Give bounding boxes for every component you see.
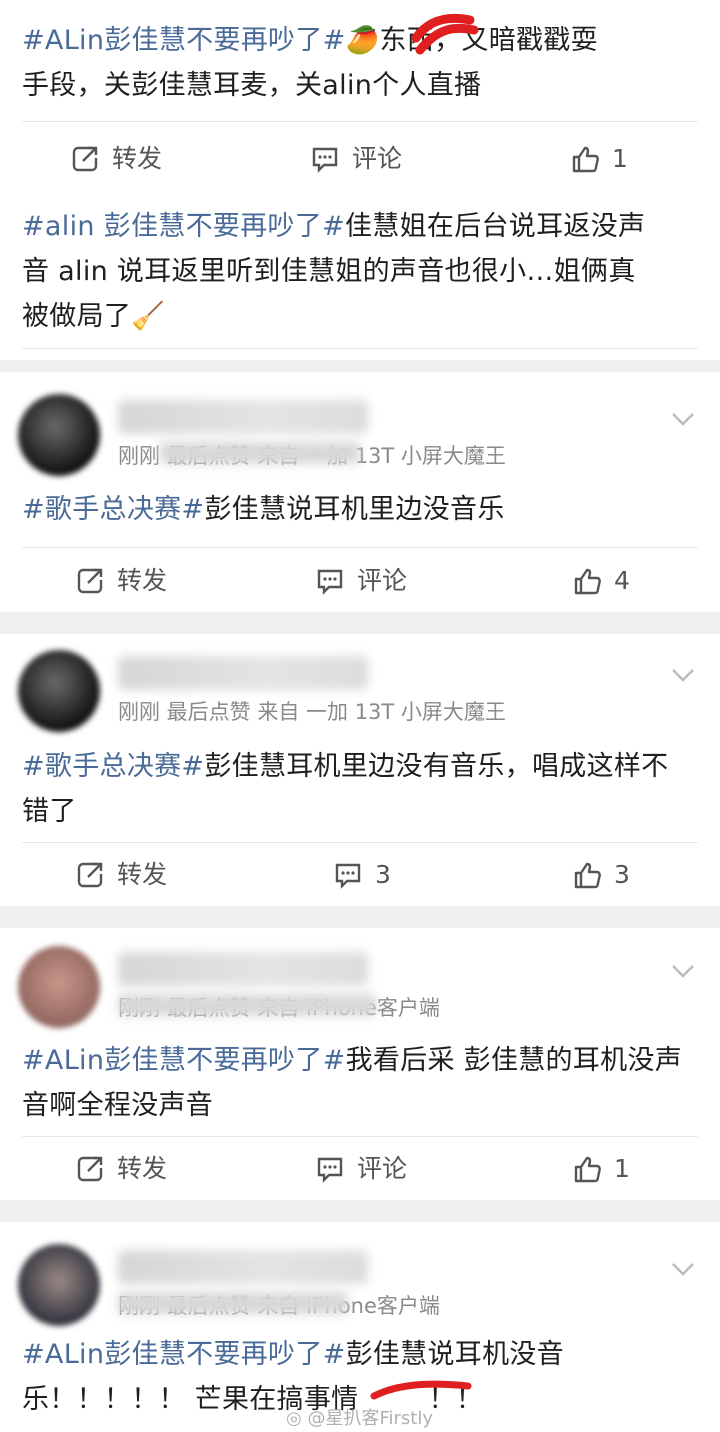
red-scribble-mark (411, 13, 479, 55)
comment-button[interactable]: 评论 (315, 1144, 407, 1194)
thumbs-up-icon (572, 146, 599, 173)
comment-icon (312, 147, 338, 173)
comment-card: 刚刚 最后点赞 来自 一加 13T 小屏大魔王 #歌手总决赛#彭佳慧说耳机里边没… (0, 372, 720, 612)
comment-text: #歌手总决赛#彭佳慧说耳机里边没音乐 (22, 494, 505, 525)
thumbs-up-icon (574, 1156, 601, 1183)
chevron-down-icon[interactable] (668, 1254, 698, 1284)
chevron-down-icon[interactable] (668, 956, 698, 986)
username-blurred[interactable] (118, 1250, 368, 1284)
comment-card: 刚刚 最后点赞 来自 一加 13T 小屏大魔王 #歌手总决赛#彭佳慧耳机里边没有… (0, 634, 720, 906)
username-blurred[interactable] (118, 400, 368, 434)
top-post-actions: 转发 评论 1 (0, 134, 720, 184)
comment-card: 刚刚 最后点赞 来自 iPhone客户端 #ALin彭佳慧不要再吵了#我看后采 … (0, 928, 720, 1200)
forward-button[interactable]: 转发 (75, 556, 167, 606)
thumbs-up-icon (574, 568, 601, 595)
watermark: ◎ @星扒客Firstly (286, 1408, 433, 1429)
like-button[interactable]: 1 (572, 1144, 630, 1194)
second-post: #alin 彭佳慧不要再吵了#佳慧姐在后台说耳返没声 音 alin 说耳返里听到… (0, 190, 720, 350)
comment-text: #ALin彭佳慧不要再吵了#我看后采 彭佳慧的耳机没声 音啊全程没声音 (22, 1045, 683, 1121)
top-post: #ALin彭佳慧不要再吵了#🥭东西，又暗戳戳耍 手段，关彭佳慧耳麦，关alin个… (0, 0, 720, 120)
weibo-logo-icon: ◎ (286, 1408, 302, 1429)
post-text: #alin 彭佳慧不要再吵了#佳慧姐在后台说耳返没声 音 alin 说耳返里听到… (22, 211, 646, 332)
chevron-down-icon[interactable] (668, 660, 698, 690)
hashtag-link[interactable]: #ALin彭佳慧不要再吵了# (22, 25, 346, 56)
hashtag-link[interactable]: #歌手总决赛# (22, 494, 204, 525)
post-text-line2: 手段，关彭佳慧耳麦，关alin个人直播 (22, 70, 482, 101)
forward-button[interactable]: 转发 (75, 850, 167, 900)
hashtag-link[interactable]: #ALin彭佳慧不要再吵了# (22, 1339, 346, 1370)
avatar[interactable] (18, 1244, 100, 1326)
hashtag-link[interactable]: #alin 彭佳慧不要再吵了# (22, 211, 345, 242)
username-blurred[interactable] (118, 656, 368, 690)
forward-button[interactable]: 转发 (75, 1144, 167, 1194)
username-blurred[interactable] (118, 952, 368, 986)
forward-button[interactable]: 转发 (70, 134, 162, 184)
avatar[interactable] (18, 394, 100, 476)
comment-text: #歌手总决赛#彭佳慧耳机里边没有音乐，唱成这样不 错了 (22, 751, 669, 827)
comment-button[interactable]: 评论 (310, 134, 402, 184)
chevron-down-icon[interactable] (668, 404, 698, 434)
comment-icon (317, 1157, 343, 1183)
mango-emoji: 🥭 (345, 25, 380, 56)
like-button[interactable]: 3 (572, 850, 630, 900)
forward-icon (77, 862, 103, 888)
doge-emoji: 🧹 (131, 301, 166, 332)
comment-card: 刚刚 最后点赞 来自 iPhone客户端 #ALin彭佳慧不要再吵了#彭佳慧说耳… (0, 1222, 720, 1432)
thumbs-up-icon (574, 862, 601, 889)
comment-button[interactable]: 3 (333, 850, 391, 900)
comment-button[interactable]: 评论 (315, 556, 407, 606)
avatar[interactable] (18, 650, 100, 732)
hashtag-link[interactable]: #歌手总决赛# (22, 751, 204, 782)
comment-icon (317, 569, 343, 595)
forward-icon (77, 1156, 103, 1182)
avatar[interactable] (18, 946, 100, 1028)
comment-icon (335, 863, 361, 889)
like-button[interactable]: 4 (572, 556, 630, 606)
comment-meta: 刚刚 最后点赞 来自 一加 13T 小屏大魔王 (118, 700, 506, 724)
forward-icon (72, 146, 98, 172)
hashtag-link[interactable]: #ALin彭佳慧不要再吵了# (22, 1045, 346, 1076)
like-button[interactable]: 1 (570, 134, 628, 184)
post-text: #ALin彭佳慧不要再吵了#🥭东西，又暗戳戳耍 手段，关彭佳慧耳麦，关alin个… (22, 18, 698, 108)
forward-icon (77, 568, 103, 594)
